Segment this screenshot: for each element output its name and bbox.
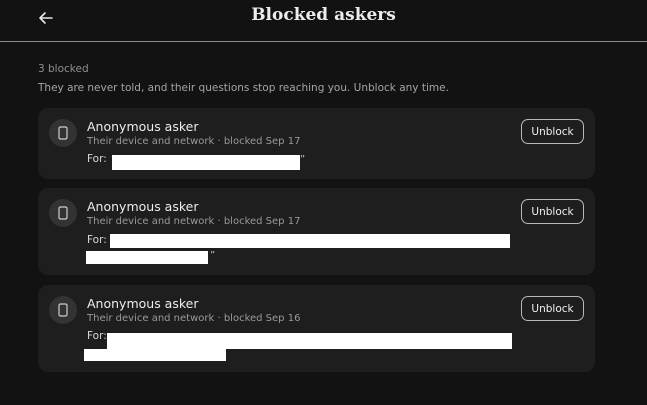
blocked-count: 3 blocked bbox=[38, 63, 89, 75]
phone-icon bbox=[49, 199, 77, 227]
unblock-button[interactable]: Unblock bbox=[521, 296, 584, 321]
blocked-asker-card: Anonymous asker Their device and network… bbox=[38, 108, 595, 179]
phone-icon bbox=[49, 296, 77, 324]
blocked-asker-card: Anonymous asker Their device and network… bbox=[38, 188, 595, 275]
question-for-label: For: bbox=[87, 153, 107, 165]
question-for-label: For: bbox=[87, 234, 107, 246]
phone-icon bbox=[49, 119, 77, 147]
asker-name: Anonymous asker bbox=[87, 199, 199, 214]
redacted-question bbox=[110, 234, 510, 248]
unblock-button[interactable]: Unblock bbox=[521, 199, 584, 224]
blocked-description: They are never told, and their questions… bbox=[38, 82, 449, 94]
redacted-question-line-2 bbox=[86, 251, 208, 264]
redacted-question bbox=[107, 333, 512, 349]
redacted-question-line-2 bbox=[84, 349, 226, 361]
asker-meta: Their device and network · blocked Sep 1… bbox=[87, 136, 301, 147]
asker-meta: Their device and network · blocked Sep 1… bbox=[87, 216, 301, 227]
blocked-asker-card: Anonymous asker Their device and network… bbox=[38, 285, 595, 372]
asker-name: Anonymous asker bbox=[87, 296, 199, 311]
unblock-button[interactable]: Unblock bbox=[521, 119, 584, 144]
quote-close: ” bbox=[300, 154, 306, 165]
redacted-question bbox=[112, 155, 300, 170]
asker-meta: Their device and network · blocked Sep 1… bbox=[87, 313, 301, 324]
header: Blocked askers bbox=[0, 0, 647, 42]
page-title: Blocked askers bbox=[251, 5, 396, 25]
asker-name: Anonymous asker bbox=[87, 119, 199, 134]
quote-close: ” bbox=[210, 250, 216, 261]
question-for-label: For: bbox=[87, 330, 107, 342]
